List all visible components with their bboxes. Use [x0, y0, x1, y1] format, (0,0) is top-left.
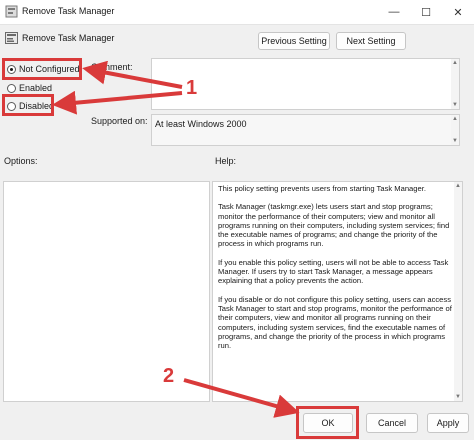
comment-textarea[interactable]: ▲ ▼ [151, 58, 460, 110]
comment-label: Comment: [91, 62, 133, 72]
comment-scrollbar[interactable]: ▲ ▼ [451, 59, 459, 109]
radio-label: Enabled [19, 83, 53, 93]
scroll-up-icon[interactable]: ▲ [454, 182, 462, 190]
help-scrollbar[interactable]: ▲ ▼ [454, 182, 462, 401]
maximize-icon: ☐ [421, 6, 431, 19]
highlight-not-configured [2, 58, 82, 80]
maximize-button[interactable]: ☐ [410, 0, 442, 24]
help-text: This policy setting prevents users from … [218, 184, 452, 359]
scroll-down-icon[interactable]: ▼ [451, 137, 459, 145]
window-title: Remove Task Manager [22, 6, 115, 16]
scroll-down-icon[interactable]: ▼ [454, 393, 462, 401]
setting-title: Remove Task Manager [22, 33, 115, 43]
supported-on-value: At least Windows 2000 [155, 119, 247, 129]
scroll-down-icon[interactable]: ▼ [451, 101, 459, 109]
close-icon: ✕ [453, 6, 463, 19]
highlight-disabled [2, 94, 54, 116]
help-paragraph: If you disable or do not configure this … [218, 294, 452, 351]
highlight-ok-button [296, 406, 359, 439]
options-label: Options: [4, 156, 38, 166]
title-bar: Remove Task Manager — ☐ ✕ [0, 0, 474, 25]
callout-number-2: 2 [163, 365, 175, 387]
supported-scrollbar[interactable]: ▲ ▼ [451, 115, 459, 145]
next-setting-button[interactable]: Next Setting [336, 32, 406, 50]
policy-editor-icon [5, 5, 18, 18]
apply-button[interactable]: Apply [427, 413, 469, 433]
help-paragraph: This policy setting prevents users from … [218, 184, 426, 193]
scroll-up-icon[interactable]: ▲ [451, 59, 459, 67]
radio-circle[interactable] [7, 83, 16, 93]
help-paragraph: Task Manager (taskmgr.exe) lets users st… [218, 202, 450, 249]
help-label: Help: [215, 156, 237, 166]
callout-number-1: 1 [186, 77, 198, 99]
previous-setting-button[interactable]: Previous Setting [258, 32, 330, 50]
help-paragraph: If you enable this policy setting, users… [218, 257, 449, 286]
close-button[interactable]: ✕ [442, 0, 474, 24]
minimize-button[interactable]: — [378, 0, 410, 24]
options-pane [3, 181, 210, 402]
policy-setting-icon [5, 32, 18, 44]
radio-enabled[interactable]: Enabled [7, 81, 52, 95]
cancel-button[interactable]: Cancel [366, 413, 418, 433]
minimize-icon: — [388, 6, 400, 18]
supported-on-label: Supported on: [91, 116, 148, 126]
scroll-up-icon[interactable]: ▲ [451, 115, 459, 123]
